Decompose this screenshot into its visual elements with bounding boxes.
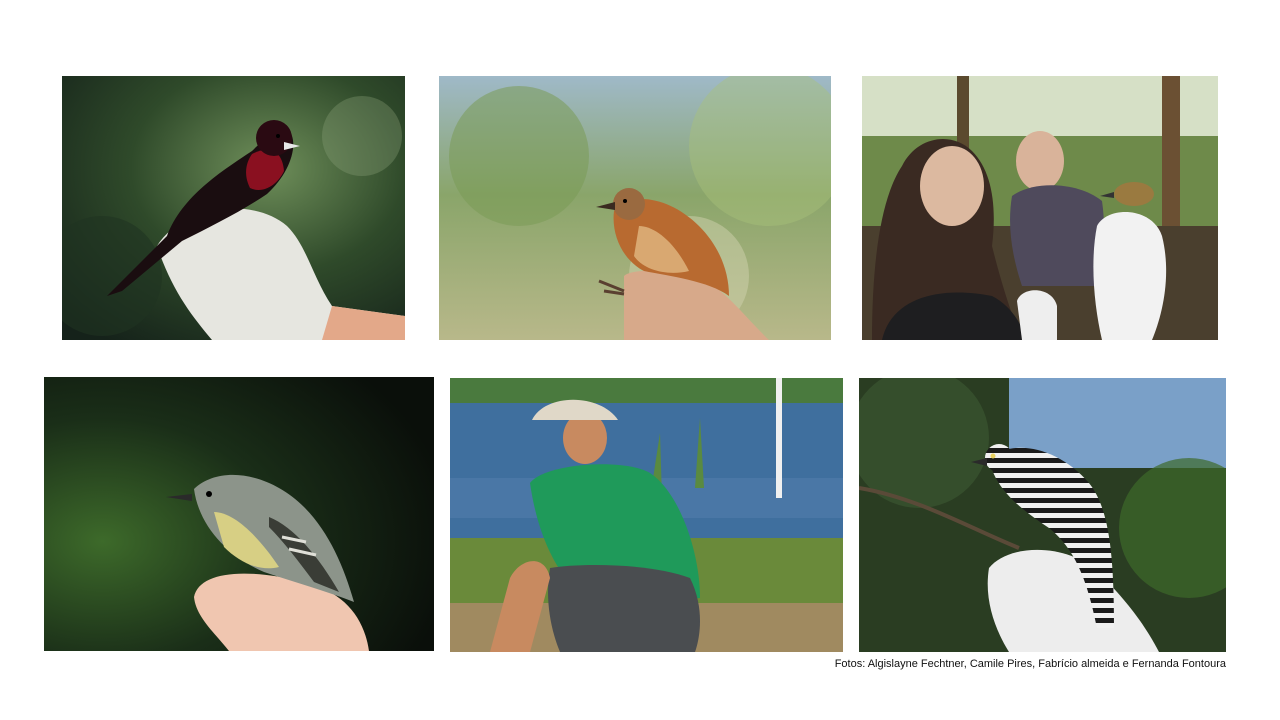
photo-researchers xyxy=(862,76,1218,340)
photo-grey-flycatcher xyxy=(44,377,434,651)
photo-red-throated-bird xyxy=(62,76,405,340)
photo-credit: Fotos: Algislayne Fechtner, Camile Pires… xyxy=(834,658,1226,670)
red-bird-illustration xyxy=(62,76,405,340)
barred-antshrike-illustration xyxy=(859,378,1226,652)
photo-barred-antshrike xyxy=(859,378,1226,652)
brown-bird-illustration xyxy=(439,76,831,340)
researcher-by-water-illustration xyxy=(450,378,843,652)
researchers-illustration xyxy=(862,76,1218,340)
photo-brown-bird xyxy=(439,76,831,340)
grey-flycatcher-illustration xyxy=(44,377,434,651)
photo-researcher-by-water xyxy=(450,378,843,652)
